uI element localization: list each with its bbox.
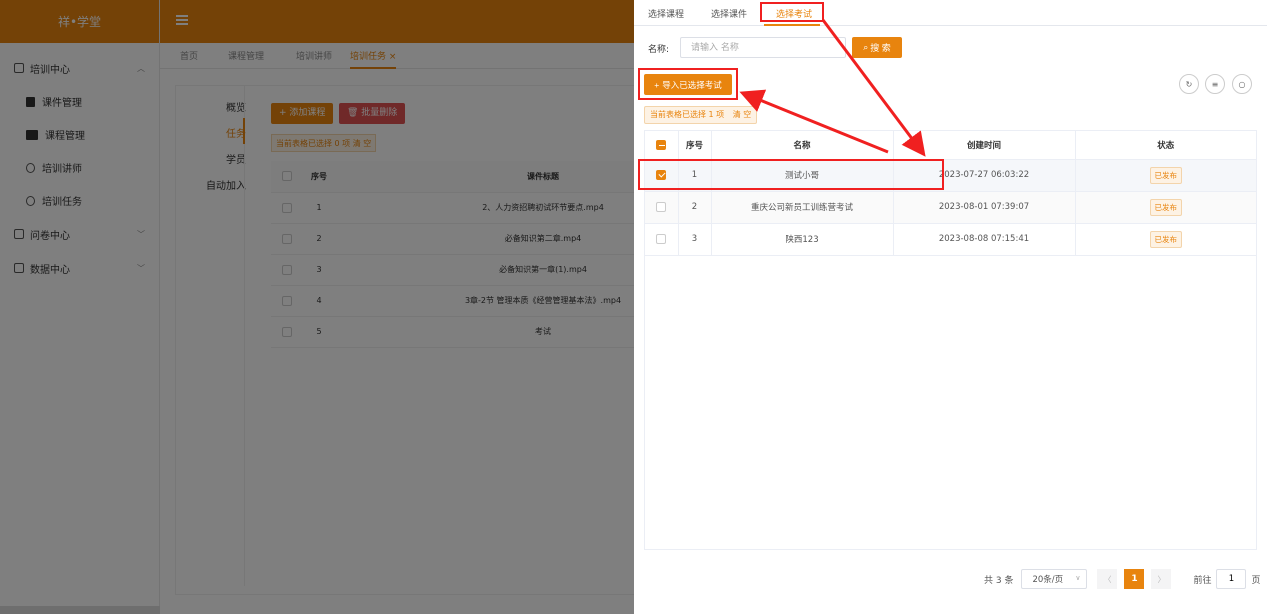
clear-selection-link[interactable]: 清 空 [733, 110, 752, 119]
row-name: 重庆公司新员工训练营考试 [711, 191, 894, 224]
active-tab-indicator [764, 24, 820, 26]
table-row[interactable]: 3 陕西123 2023-08-08 07:15:41 已发布 [645, 223, 1256, 256]
tab-select-course[interactable]: 选择课程 [648, 7, 684, 20]
row-no: 3 [678, 223, 712, 256]
search-button[interactable]: ⌕ 搜 索 [852, 37, 902, 58]
chevron-left-icon: 〈 [1103, 574, 1112, 584]
chevron-down-icon: ∨ [1075, 574, 1081, 582]
sliders-icon: ≡ [1211, 79, 1219, 89]
exam-table: 序号 名称 创建时间 状态 1 测试小哥 2023-07-27 06:03:22… [645, 131, 1256, 256]
name-search-input[interactable] [680, 37, 846, 58]
row-name: 陕西123 [711, 223, 894, 256]
pagination: 共 3 条 20条/页 ∨ 〈 1 〉 前往 页 [984, 569, 1260, 589]
page-number-current[interactable]: 1 [1124, 569, 1145, 589]
status-badge: 已发布 [1149, 198, 1182, 216]
goto-suffix: 页 [1251, 575, 1261, 586]
search-icon: ⌕ [863, 42, 869, 52]
search-icon: ○ [1238, 79, 1246, 89]
highlight-import-button [638, 68, 738, 100]
column-settings-button[interactable]: ≡ [1205, 74, 1225, 94]
search-toggle-button[interactable]: ○ [1232, 74, 1252, 94]
search-button-label: 搜 索 [870, 43, 891, 53]
selection-bar: 当前表格已选择 1 项 清 空 [644, 106, 758, 124]
status-badge: 已发布 [1149, 230, 1182, 248]
refresh-icon: ↻ [1185, 79, 1193, 89]
page-size-value: 20条/页 [1032, 575, 1064, 585]
select-all-checkbox[interactable] [656, 139, 667, 150]
row-no: 2 [678, 191, 712, 224]
row-created: 2023-08-01 07:39:07 [893, 191, 1076, 224]
header-no: 序号 [678, 131, 712, 160]
header-created: 创建时间 [893, 131, 1076, 160]
page-size-select[interactable]: 20条/页 ∨ [1021, 569, 1088, 589]
goto-page-input[interactable] [1216, 569, 1247, 589]
drawer-tabs: 选择课程 选择课件 选择考试 [634, 0, 1267, 26]
goto-label: 前往 [1193, 575, 1212, 586]
table-row[interactable]: 2 重庆公司新员工训练营考试 2023-08-01 07:39:07 已发布 [645, 191, 1256, 224]
next-page-button[interactable]: 〉 [1151, 569, 1172, 589]
header-status: 状态 [1075, 131, 1256, 160]
selection-text: 当前表格已选择 1 项 [650, 110, 725, 119]
header-select-all[interactable] [645, 131, 679, 160]
prev-page-button[interactable]: 〈 [1097, 569, 1118, 589]
chevron-right-icon: 〉 [1157, 574, 1166, 584]
highlight-checked-row [638, 159, 944, 190]
total-count: 共 3 条 [984, 575, 1014, 586]
refresh-button[interactable]: ↻ [1179, 74, 1199, 94]
header-name: 名称 [711, 131, 894, 160]
row-created: 2023-08-08 07:15:41 [893, 223, 1076, 256]
tab-select-courseware[interactable]: 选择课件 [711, 7, 747, 20]
row-checkbox[interactable] [656, 233, 667, 244]
search-label: 名称: [648, 45, 670, 55]
table-header-row: 序号 名称 创建时间 状态 [645, 131, 1256, 160]
row-checkbox[interactable] [656, 201, 667, 212]
status-badge: 已发布 [1149, 166, 1182, 184]
highlight-exam-tab [760, 2, 824, 22]
exam-table-wrapper: 序号 名称 创建时间 状态 1 测试小哥 2023-07-27 06:03:22… [644, 130, 1257, 550]
